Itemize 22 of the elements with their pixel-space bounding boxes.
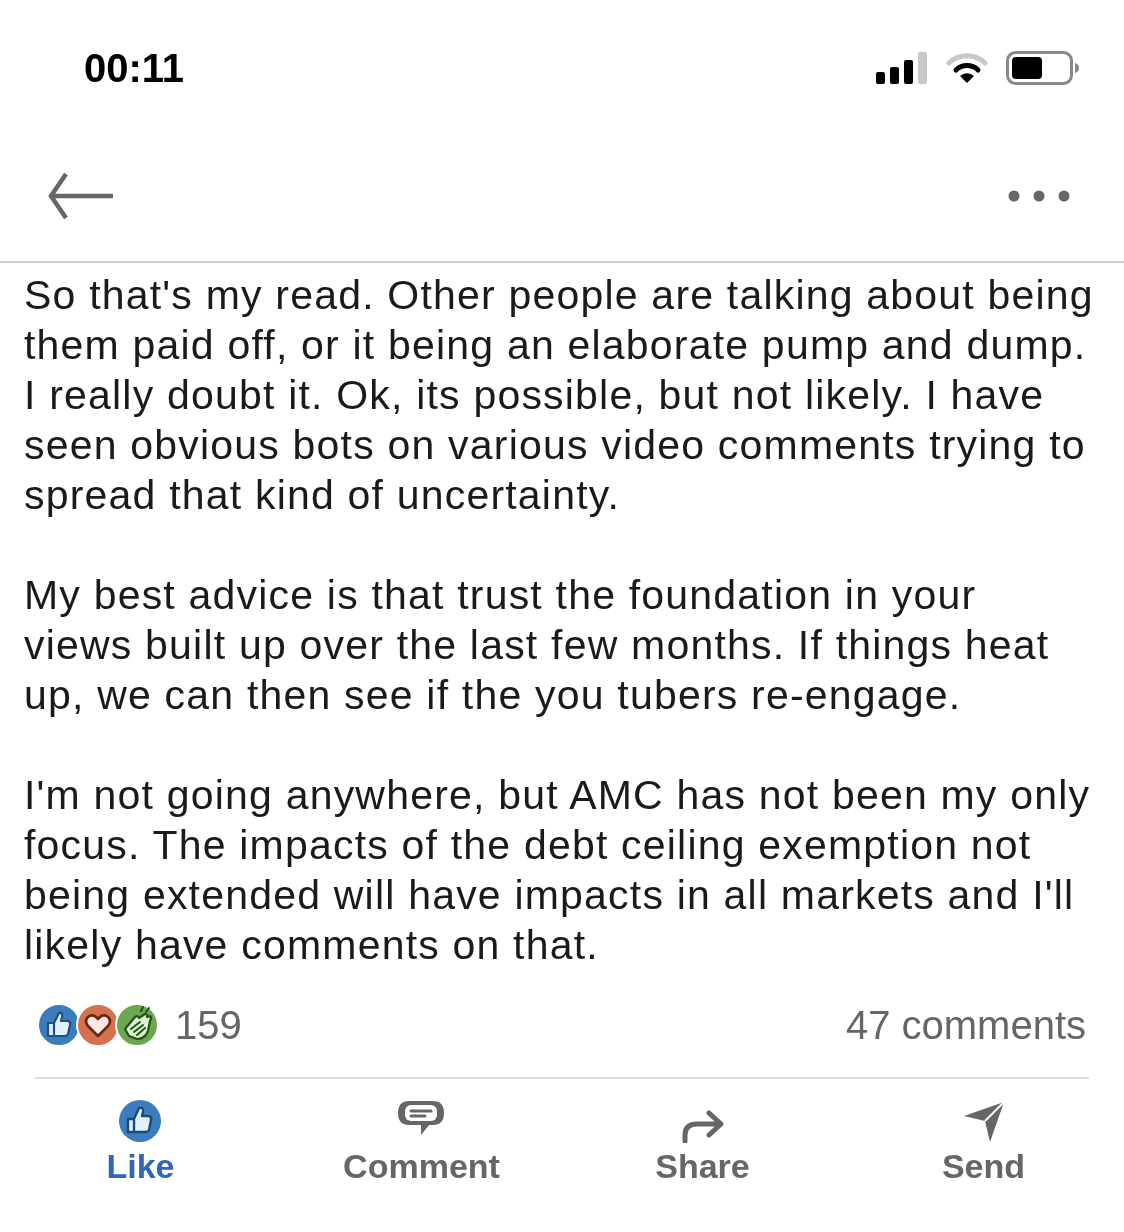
like-button[interactable]: Like bbox=[106, 1097, 175, 1187]
post-paragraph: So that's my read. Other people are talking about being them paid off, or it being an elaborate pump and dump. I really doubt it. Ok, its possible, but not likely. I have seen obvious bots on various video comments trying to spread that kind of uncertainty. bbox=[24, 271, 1095, 520]
like-reaction-icon bbox=[37, 1003, 81, 1047]
share-arrow-icon bbox=[680, 1107, 725, 1143]
post-paragraph: I'm not going anywhere, but AMC has not been my only focus. The impacts of the debt ceiling exemption not being extended will have impacts in all markets and I'll likely have comments on that. bbox=[24, 771, 1092, 970]
like-icon bbox=[118, 1099, 163, 1143]
reaction-count[interactable]: 159 bbox=[175, 1002, 242, 1048]
more-dots-icon bbox=[1008, 189, 1070, 202]
wifi-icon bbox=[946, 52, 988, 84]
back-arrow-icon bbox=[48, 171, 114, 220]
love-reaction-icon bbox=[76, 1003, 120, 1047]
share-button[interactable]: Share bbox=[655, 1097, 750, 1187]
send-plane-icon bbox=[962, 1101, 1005, 1143]
comment-button[interactable]: Comment bbox=[343, 1097, 500, 1187]
back-button[interactable] bbox=[48, 170, 116, 221]
battery-icon bbox=[1006, 51, 1080, 85]
comments-count[interactable]: 47 comments bbox=[845, 1002, 1086, 1048]
status-time: 00:11 bbox=[84, 45, 185, 92]
send-button[interactable]: Send bbox=[941, 1097, 1026, 1187]
signal-icon bbox=[876, 52, 928, 84]
clapping-hands-reaction-icon bbox=[115, 1003, 159, 1047]
post-paragraph: My best advice is that trust the foundation in your views built up over the last few months. If things heat up, we can then see if the you tubers re-engage. bbox=[24, 571, 1051, 720]
